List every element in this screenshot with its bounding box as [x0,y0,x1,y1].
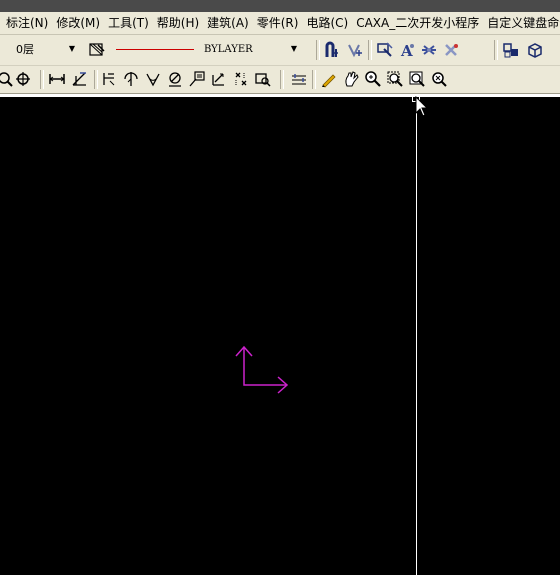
aligned-dimension-icon[interactable] [68,68,90,90]
menu-custom-keyboard[interactable]: 自定义键盘命令 [483,12,560,34]
layer-value: 0层 [16,43,34,56]
linetype-value: BYLAYER [204,44,253,55]
radius-dimension-icon[interactable] [120,68,142,90]
crosshair-vertical-line [416,94,417,575]
mirror-icon[interactable] [322,39,344,61]
zoom-window-icon[interactable] [384,68,406,90]
chevron-down-icon: ▼ [68,44,76,53]
dimension-update-icon[interactable] [288,68,310,90]
block-insert-icon[interactable] [500,39,522,61]
quick-dimension-icon[interactable] [230,68,252,90]
linear-dimension-icon[interactable] [46,68,68,90]
tolerance-icon[interactable] [208,68,230,90]
menu-caxa[interactable]: CAXA_二次开发小程序 [352,12,483,34]
multiline-style-icon[interactable] [440,39,462,61]
chevron-down-icon: ▼ [290,44,298,53]
layer-manager-icon[interactable] [86,39,108,61]
menu-help[interactable]: 帮助(H) [153,12,203,34]
dimension-style-icon[interactable] [418,39,440,61]
match-properties-icon[interactable] [374,39,396,61]
toolbar-separator [312,70,316,89]
zoom-extents-icon[interactable] [428,68,450,90]
mouse-pointer-icon [415,96,429,117]
toolbar-separator [368,40,372,60]
menu-dimension[interactable]: 标注(N) [0,12,52,34]
drawing-canvas[interactable] [0,94,560,575]
canvas-border [0,94,560,97]
properties-toolbar: 0层 ▼ BYLAYER ▼ A [0,35,560,66]
menu-parts[interactable]: 零件(R) [253,12,303,34]
menu-tools[interactable]: 工具(T) [104,12,153,34]
menu-modify[interactable]: 修改(M) [52,12,104,34]
layer-combo[interactable]: 0层 ▼ [2,41,82,59]
text-style-icon[interactable]: A [396,39,418,61]
zoom-realtime-icon[interactable] [362,68,384,90]
title-bar-strip [0,0,560,12]
dimension-edit-icon[interactable] [252,68,274,90]
toolbar-separator [316,40,320,60]
ucs-axis-icon [235,345,289,394]
toolbar-separator [40,70,44,89]
toolbar-separator [494,40,498,60]
dimension-toolbar [0,66,560,94]
center-mark-icon[interactable] [12,68,34,90]
menu-circuit[interactable]: 电路(C) [302,12,352,34]
linetype-sample [116,49,194,50]
trim-icon[interactable] [344,39,366,61]
menu-bar: 标注(N) 修改(M) 工具(T) 帮助(H) 建筑(A) 零件(R) 电路(C… [0,12,560,35]
diameter-dimension-icon[interactable] [164,68,186,90]
toolbar-separator [280,70,284,89]
pan-icon[interactable] [340,68,362,90]
linetype-combo[interactable]: BYLAYER ▼ [112,41,304,59]
ordinate-dimension-icon[interactable] [98,68,120,90]
3d-box-icon[interactable] [524,39,546,61]
angular-dimension-icon[interactable] [142,68,164,90]
menu-architecture[interactable]: 建筑(A) [203,12,253,34]
leader-icon[interactable] [186,68,208,90]
pencil-icon[interactable] [318,68,340,90]
zoom-previous-icon[interactable] [406,68,428,90]
